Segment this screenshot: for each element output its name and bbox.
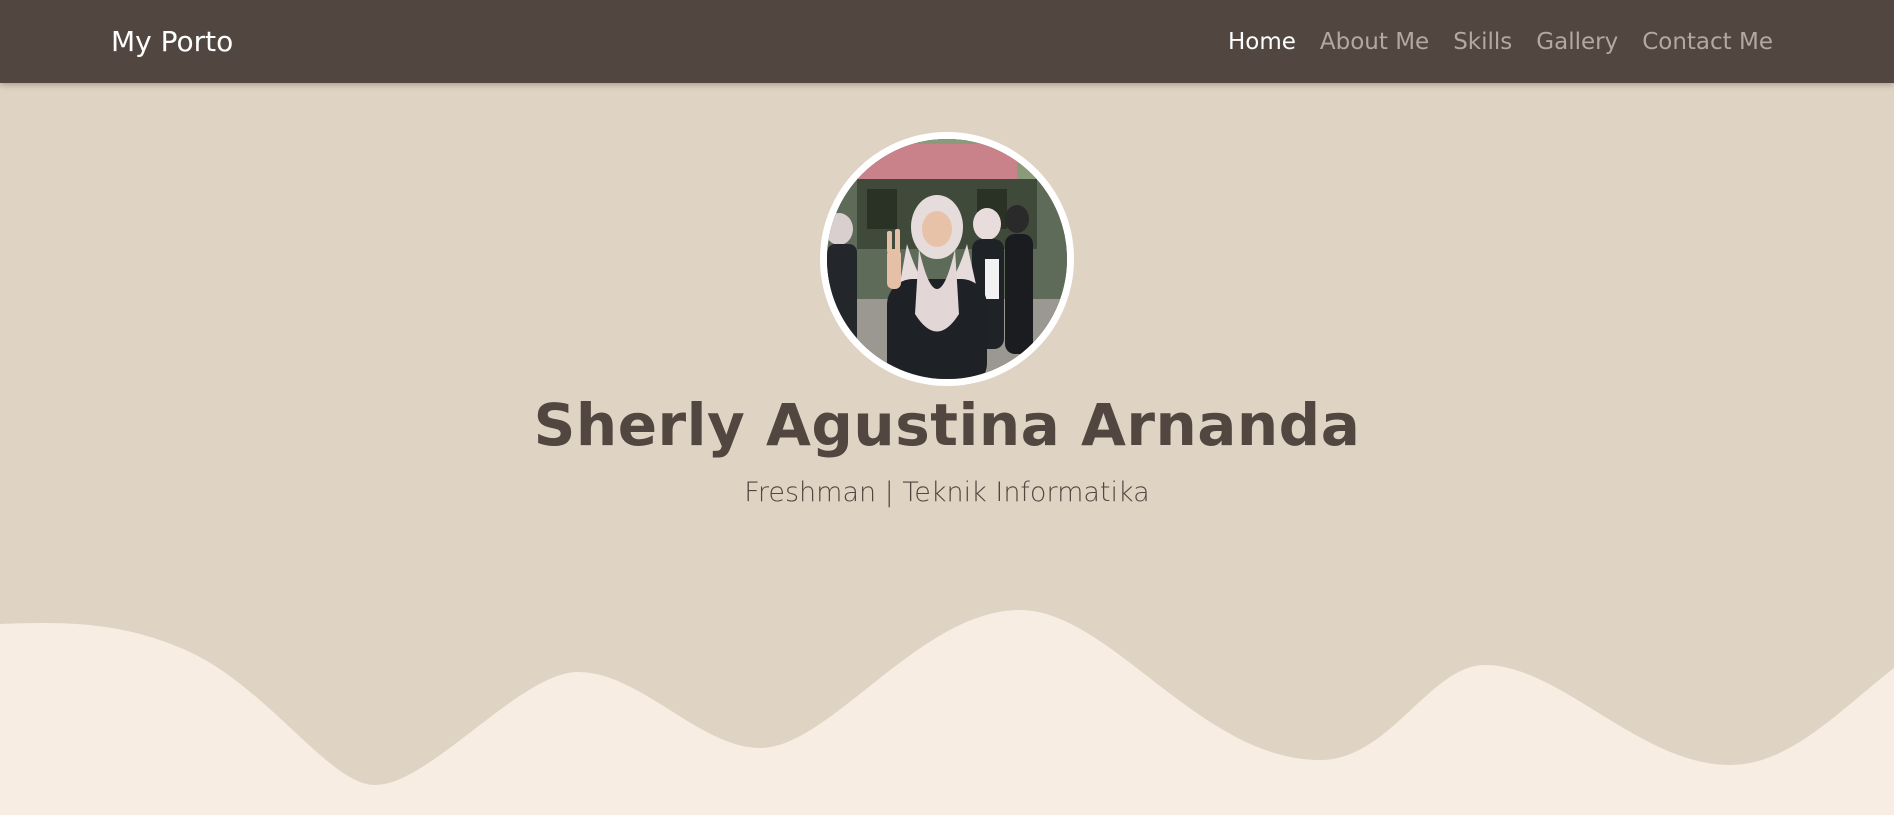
nav-link-home[interactable]: Home <box>1228 29 1296 55</box>
nav-link-skills[interactable]: Skills <box>1453 29 1512 55</box>
nav-item-home: Home <box>1228 29 1296 55</box>
nav-item-about: About Me <box>1320 29 1429 55</box>
hero-tagline: Freshman | Teknik Informatika <box>744 477 1150 508</box>
nav-item-skills: Skills <box>1453 29 1512 55</box>
nav-item-gallery: Gallery <box>1536 29 1618 55</box>
nav-link-contact-me[interactable]: Contact Me <box>1642 29 1773 55</box>
profile-photo-icon <box>827 139 1067 379</box>
wave-divider <box>0 600 1894 815</box>
nav-link-about-me[interactable]: About Me <box>1320 29 1429 55</box>
navbar: My Porto Home About Me Skills Gallery Co… <box>0 0 1894 83</box>
wave-shape-icon <box>0 610 1894 815</box>
nav-item-contact: Contact Me <box>1642 29 1773 55</box>
nav-link-gallery[interactable]: Gallery <box>1536 29 1618 55</box>
profile-avatar <box>820 132 1074 386</box>
brand-link[interactable]: My Porto <box>111 0 233 83</box>
nav-links: Home About Me Skills Gallery Contact Me <box>1204 0 1773 83</box>
hero-name: Sherly Agustina Arnanda <box>533 391 1361 459</box>
